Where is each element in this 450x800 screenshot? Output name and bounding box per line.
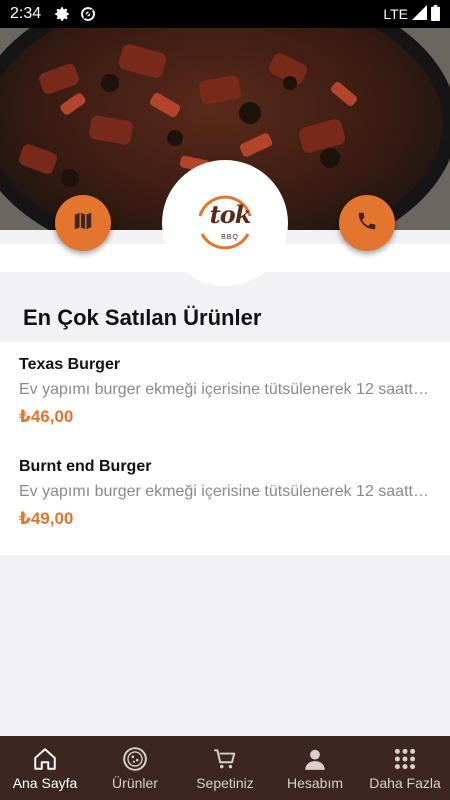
nav-label: Ana Sayfa: [12, 775, 78, 791]
network-type: LTE: [383, 6, 408, 22]
phone-icon: [356, 210, 378, 237]
logo-name: tok: [209, 200, 252, 229]
map-button[interactable]: [55, 195, 111, 251]
nav-item-home[interactable]: Ana Sayfa: [0, 736, 90, 800]
product-price: ₺46,00: [19, 407, 74, 426]
grid-icon: [392, 746, 418, 772]
section-title: En Çok Satılan Ürünler: [23, 305, 262, 330]
nav-label: Sepetiniz: [196, 775, 254, 791]
call-button[interactable]: [339, 195, 395, 251]
nav-item-account[interactable]: Hesabım: [270, 736, 360, 800]
cart-icon: [212, 746, 238, 772]
logo-sub: BBQ: [221, 234, 239, 241]
product-name: Burnt end Burger: [19, 458, 152, 475]
bottom-nav: Ana Sayfa Ürünler Sepetiniz Hesabım Daha…: [0, 736, 450, 800]
user-icon: [302, 746, 328, 772]
product-description: Ev yapımı burger ekmeği içerisine tütsül…: [19, 483, 432, 500]
product-name: Texas Burger: [19, 356, 121, 373]
nav-label: Ürünler: [112, 775, 158, 791]
gear-icon: [53, 5, 71, 23]
nav-label: Daha Fazla: [369, 775, 441, 791]
nav-label: Hesabım: [286, 775, 344, 791]
home-icon: [32, 746, 58, 772]
battery-icon: [431, 4, 440, 24]
product-item[interactable]: Burnt end Burger Ev yapımı burger ekmeği…: [19, 458, 439, 529]
nav-item-more[interactable]: Daha Fazla: [360, 736, 450, 800]
nav-item-cart[interactable]: Sepetiniz: [180, 736, 270, 800]
status-bar: 2:34 LTE: [0, 0, 450, 28]
product-price: ₺49,00: [19, 509, 74, 528]
product-list: Texas Burger Ev yapımı burger ekmeği içe…: [0, 342, 450, 555]
status-time: 2:34: [10, 5, 42, 22]
nav-item-products[interactable]: Ürünler: [90, 736, 180, 800]
map-icon: [72, 210, 94, 237]
signal-icon: [412, 5, 427, 23]
product-item[interactable]: Texas Burger Ev yapımı burger ekmeği içe…: [19, 356, 439, 427]
product-description: Ev yapımı burger ekmeği içerisine tütsül…: [19, 381, 432, 398]
pizza-icon: [122, 746, 148, 772]
sync-icon: [79, 5, 97, 23]
